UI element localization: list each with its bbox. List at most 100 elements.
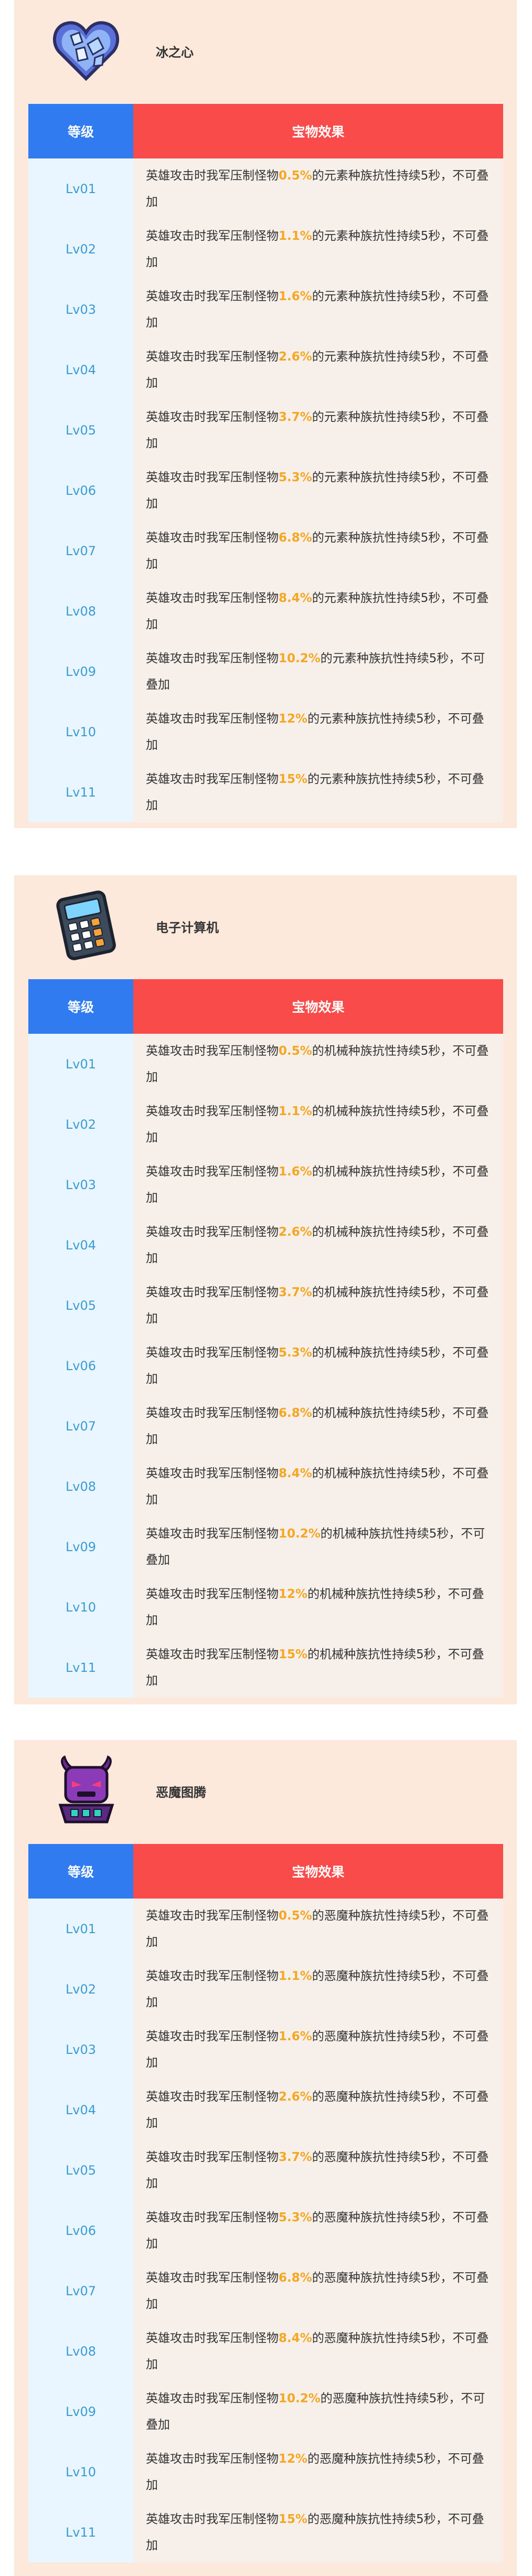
- effect-column-header: 宝物效果: [133, 1844, 503, 1899]
- effect-prefix: 英雄攻击时我军压制怪物: [146, 1909, 279, 1923]
- effect-value: 5.3%: [279, 2210, 312, 2224]
- effect-text: 英雄攻击时我军压制怪物0.5%的恶魔种族抗性持续5秒，不可叠加: [146, 1903, 491, 1955]
- table-row: Lv03 英雄攻击时我军压制怪物1.6%的元素种族抗性持续5秒，不可叠加: [28, 279, 503, 340]
- effect-prefix: 英雄攻击时我军压制怪物: [146, 1526, 279, 1541]
- effect-prefix: 英雄攻击时我军压制怪物: [146, 1587, 279, 1601]
- level-cell: Lv09: [28, 1517, 133, 1577]
- effect-text: 英雄攻击时我军压制怪物15%的元素种族抗性持续5秒，不可叠加: [146, 766, 491, 819]
- effect-cell: 英雄攻击时我军压制怪物1.1%的机械种族抗性持续5秒，不可叠加: [133, 1094, 503, 1154]
- effect-prefix: 英雄攻击时我军压制怪物: [146, 410, 279, 424]
- table-header: 等级 宝物效果: [28, 1844, 503, 1899]
- effect-prefix: 英雄攻击时我军压制怪物: [146, 1104, 279, 1118]
- table-row: Lv11 英雄攻击时我军压制怪物15%的机械种族抗性持续5秒，不可叠加: [28, 1637, 503, 1698]
- table-row: Lv05 英雄攻击时我军压制怪物3.7%的机械种族抗性持续5秒，不可叠加: [28, 1275, 503, 1335]
- table-body: Lv01 英雄攻击时我军压制怪物0.5%的恶魔种族抗性持续5秒，不可叠加 Lv02 英…: [28, 1899, 503, 2562]
- table-row: Lv02 英雄攻击时我军压制怪物1.1%的机械种族抗性持续5秒，不可叠加: [28, 1094, 503, 1154]
- card-header: 冰之心: [14, 0, 517, 104]
- effect-cell: 英雄攻击时我军压制怪物1.6%的恶魔种族抗性持续5秒，不可叠加: [133, 2019, 503, 2080]
- effect-prefix: 英雄攻击时我军压制怪物: [146, 2331, 279, 2345]
- effect-value: 5.3%: [279, 1345, 312, 1360]
- level-cell: Lv07: [28, 1396, 133, 1456]
- level-cell: Lv10: [28, 702, 133, 762]
- effect-value: 6.8%: [279, 1406, 312, 1420]
- effect-value: 6.8%: [279, 2271, 312, 2285]
- level-cell: Lv06: [28, 460, 133, 521]
- effect-prefix: 英雄攻击时我军压制怪物: [146, 2512, 279, 2526]
- effect-cell: 英雄攻击时我军压制怪物8.4%的元素种族抗性持续5秒，不可叠加: [133, 581, 503, 641]
- level-cell: Lv08: [28, 1456, 133, 1517]
- table-body: Lv01 英雄攻击时我军压制怪物0.5%的元素种族抗性持续5秒，不可叠加 Lv02 英…: [28, 158, 503, 822]
- level-cell: Lv04: [28, 340, 133, 400]
- level-cell: Lv10: [28, 1577, 133, 1637]
- effect-prefix: 英雄攻击时我军压制怪物: [146, 1225, 279, 1239]
- table-row: Lv10 英雄攻击时我军压制怪物12%的机械种族抗性持续5秒，不可叠加: [28, 1577, 503, 1637]
- level-cell: Lv07: [28, 521, 133, 581]
- effect-prefix: 英雄攻击时我军压制怪物: [146, 229, 279, 243]
- level-cell: Lv07: [28, 2261, 133, 2321]
- effect-cell: 英雄攻击时我军压制怪物8.4%的机械种族抗性持续5秒，不可叠加: [133, 1456, 503, 1517]
- effect-text: 英雄攻击时我军压制怪物6.8%的恶魔种族抗性持续5秒，不可叠加: [146, 2265, 491, 2317]
- effect-text: 英雄攻击时我军压制怪物3.7%的机械种族抗性持续5秒，不可叠加: [146, 1279, 491, 1332]
- level-cell: Lv02: [28, 1959, 133, 2019]
- effect-value: 3.7%: [279, 2150, 312, 2164]
- effect-value: 3.7%: [279, 410, 312, 424]
- effect-text: 英雄攻击时我军压制怪物15%的恶魔种族抗性持续5秒，不可叠加: [146, 2506, 491, 2559]
- level-cell: Lv01: [28, 158, 133, 219]
- treasure-table: 等级 宝物效果 Lv01 英雄攻击时我军压制怪物0.5%的元素种族抗性持续5秒，不…: [28, 104, 503, 822]
- effect-value: 6.8%: [279, 531, 312, 545]
- level-cell: Lv11: [28, 2502, 133, 2562]
- table-row: Lv04 英雄攻击时我军压制怪物2.6%的元素种族抗性持续5秒，不可叠加: [28, 340, 503, 400]
- table-row: Lv01 英雄攻击时我军压制怪物0.5%的恶魔种族抗性持续5秒，不可叠加: [28, 1899, 503, 1959]
- table-row: Lv06 英雄攻击时我军压制怪物5.3%的恶魔种族抗性持续5秒，不可叠加: [28, 2200, 503, 2261]
- effect-text: 英雄攻击时我军压制怪物1.1%的恶魔种族抗性持续5秒，不可叠加: [146, 1963, 491, 2016]
- card-header: 恶魔图腾: [14, 1740, 517, 1844]
- level-cell: Lv02: [28, 219, 133, 279]
- effect-value: 3.7%: [279, 1285, 312, 1299]
- table-row: Lv09 英雄攻击时我军压制怪物10.2%的恶魔种族抗性持续5秒，不可叠加: [28, 2381, 503, 2442]
- demon-totem-icon: [51, 1755, 122, 1826]
- effect-cell: 英雄攻击时我军压制怪物5.3%的恶魔种族抗性持续5秒，不可叠加: [133, 2200, 503, 2261]
- effect-text: 英雄攻击时我军压制怪物0.5%的元素种族抗性持续5秒，不可叠加: [146, 163, 491, 215]
- effect-column-header: 宝物效果: [133, 979, 503, 1034]
- table-row: Lv10 英雄攻击时我军压制怪物12%的恶魔种族抗性持续5秒，不可叠加: [28, 2442, 503, 2502]
- effect-text: 英雄攻击时我军压制怪物5.3%的恶魔种族抗性持续5秒，不可叠加: [146, 2204, 491, 2257]
- effect-cell: 英雄攻击时我军压制怪物6.8%的恶魔种族抗性持续5秒，不可叠加: [133, 2261, 503, 2321]
- effect-prefix: 英雄攻击时我军压制怪物: [146, 2090, 279, 2104]
- effect-text: 英雄攻击时我军压制怪物3.7%的元素种族抗性持续5秒，不可叠加: [146, 404, 491, 457]
- effect-text: 英雄攻击时我军压制怪物12%的元素种族抗性持续5秒，不可叠加: [146, 706, 491, 758]
- effect-value: 0.5%: [279, 168, 312, 183]
- card-header: 电子计算机: [14, 875, 517, 979]
- effect-cell: 英雄攻击时我军压制怪物3.7%的机械种族抗性持续5秒，不可叠加: [133, 1275, 503, 1335]
- effect-value: 12%: [279, 712, 308, 726]
- table-row: Lv09 英雄攻击时我军压制怪物10.2%的机械种族抗性持续5秒，不可叠加: [28, 1517, 503, 1577]
- effect-prefix: 英雄攻击时我军压制怪物: [146, 2210, 279, 2224]
- level-cell: Lv10: [28, 2442, 133, 2502]
- effect-prefix: 英雄攻击时我军压制怪物: [146, 1164, 279, 1179]
- treasure-card-demon-totem: 恶魔图腾 等级 宝物效果 Lv01 英雄攻击时我军压制怪物0.5%的恶魔种族抗性持…: [14, 1740, 517, 2576]
- effect-text: 英雄攻击时我军压制怪物10.2%的机械种族抗性持续5秒，不可叠加: [146, 1521, 491, 1573]
- effect-cell: 英雄攻击时我军压制怪物10.2%的机械种族抗性持续5秒，不可叠加: [133, 1517, 503, 1577]
- effect-text: 英雄攻击时我军压制怪物10.2%的元素种族抗性持续5秒，不可叠加: [146, 645, 491, 698]
- table-row: Lv08 英雄攻击时我军压制怪物8.4%的恶魔种族抗性持续5秒，不可叠加: [28, 2321, 503, 2381]
- table-row: Lv03 英雄攻击时我军压制怪物1.6%的机械种族抗性持续5秒，不可叠加: [28, 1154, 503, 1215]
- level-cell: Lv09: [28, 641, 133, 702]
- effect-text: 英雄攻击时我军压制怪物2.6%的恶魔种族抗性持续5秒，不可叠加: [146, 2084, 491, 2136]
- effect-prefix: 英雄攻击时我军压制怪物: [146, 168, 279, 183]
- effect-value: 15%: [279, 1647, 308, 1661]
- effect-value: 1.1%: [279, 229, 312, 243]
- effect-text: 英雄攻击时我军压制怪物1.1%的机械种族抗性持续5秒，不可叠加: [146, 1098, 491, 1151]
- effect-value: 2.6%: [279, 1225, 312, 1239]
- card-title: 电子计算机: [156, 920, 219, 935]
- table-row: Lv07 英雄攻击时我军压制怪物6.8%的机械种族抗性持续5秒，不可叠加: [28, 1396, 503, 1456]
- effect-prefix: 英雄攻击时我军压制怪物: [146, 2271, 279, 2285]
- effect-text: 英雄攻击时我军压制怪物1.1%的元素种族抗性持续5秒，不可叠加: [146, 223, 491, 275]
- effect-prefix: 英雄攻击时我军压制怪物: [146, 349, 279, 364]
- level-cell: Lv04: [28, 2080, 133, 2140]
- effect-cell: 英雄攻击时我军压制怪物8.4%的恶魔种族抗性持续5秒，不可叠加: [133, 2321, 503, 2381]
- effect-cell: 英雄攻击时我军压制怪物15%的机械种族抗性持续5秒，不可叠加: [133, 1637, 503, 1698]
- effect-value: 15%: [279, 772, 308, 786]
- treasure-card-calculator: 电子计算机 等级 宝物效果 Lv01 英雄攻击时我军压制怪物0.5%的机械种族抗性…: [14, 875, 517, 1704]
- table-row: Lv09 英雄攻击时我军压制怪物10.2%的元素种族抗性持续5秒，不可叠加: [28, 641, 503, 702]
- effect-prefix: 英雄攻击时我军压制怪物: [146, 1285, 279, 1299]
- effect-prefix: 英雄攻击时我军压制怪物: [146, 591, 279, 605]
